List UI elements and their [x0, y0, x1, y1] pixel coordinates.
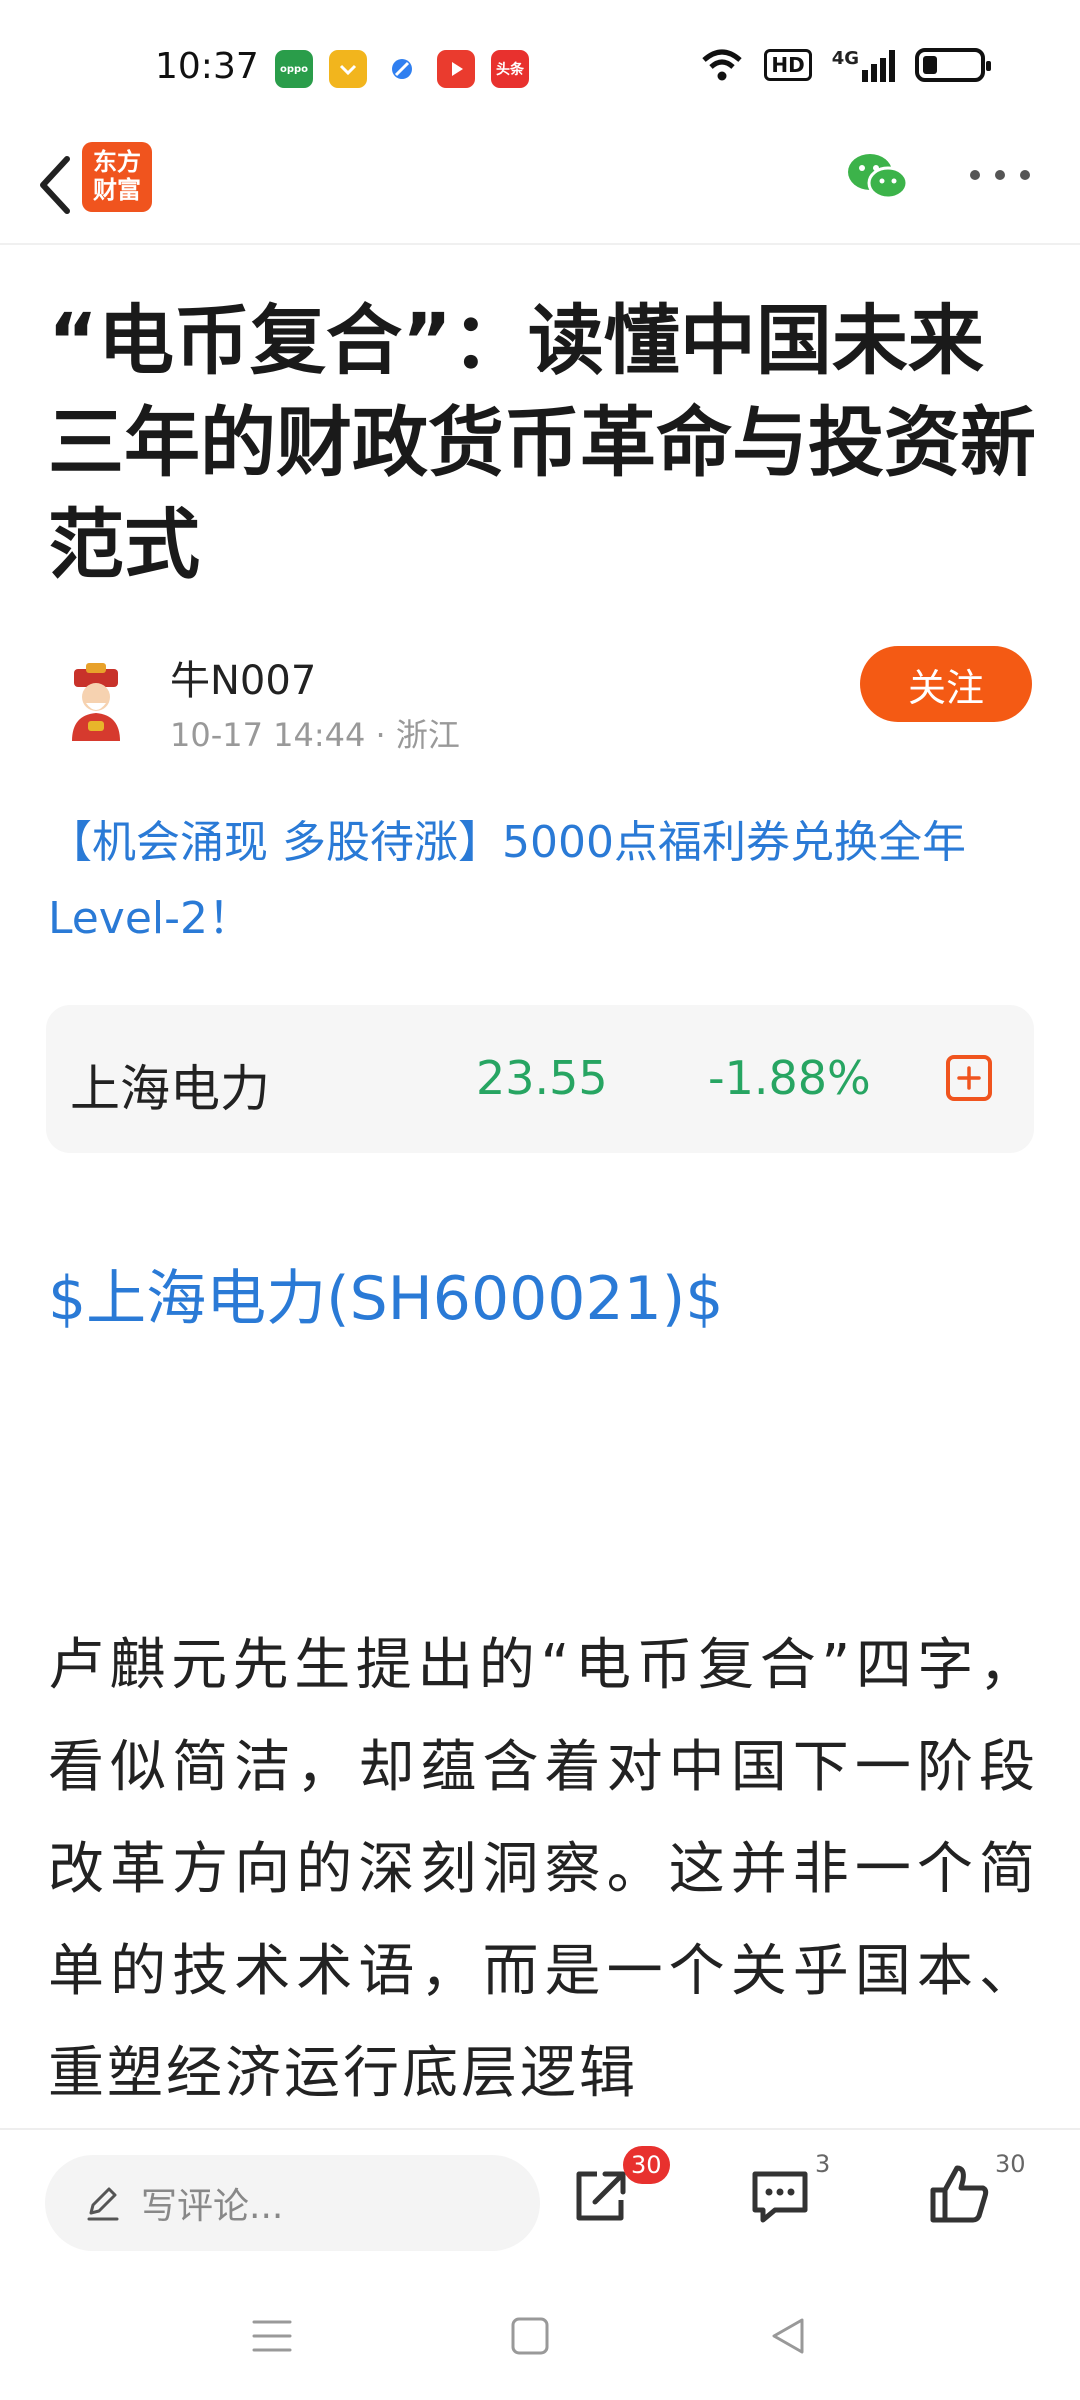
like-count: 30 — [995, 2150, 1026, 2178]
status-indicators: HD 4G — [700, 48, 991, 82]
post-meta: 10-17 14:44 · 浙江 — [170, 716, 460, 754]
video-app-icon — [437, 50, 475, 88]
author-name[interactable]: 牛N007 — [170, 648, 316, 706]
article-body: 卢麒元先生提出的“电币复合”四字，看似简洁，却蕴含着对中国下一阶段改革方向的深刻… — [48, 1633, 1038, 2106]
caishen-avatar-icon — [71, 662, 120, 741]
comment-input[interactable]: 写评论... — [45, 2155, 540, 2251]
follow-button[interactable]: 关注 — [860, 646, 1032, 722]
share-count-badge: 30 — [623, 2146, 670, 2184]
battery-icon — [915, 48, 991, 82]
network-type: 4G — [831, 48, 859, 69]
status-app-icons: oppo 头条 — [275, 50, 529, 88]
system-nav-bar — [0, 2268, 1080, 2400]
more-options-button[interactable] — [970, 150, 1030, 200]
square-icon — [511, 2317, 549, 2355]
home-button[interactable] — [500, 2306, 560, 2366]
logo-text-top: 东方 — [93, 148, 141, 176]
comments-button[interactable]: 3 — [745, 2150, 830, 2240]
stock-quote-card[interactable]: 上海电力 23.55 -1.88% — [46, 1005, 1034, 1153]
toutiao-app-icon: 头条 — [491, 50, 529, 88]
pencil-icon — [87, 2187, 119, 2221]
share-button[interactable]: 30 — [565, 2146, 670, 2240]
system-back-button[interactable] — [758, 2306, 818, 2366]
wifi-icon — [702, 49, 743, 81]
wechat-icon — [848, 154, 909, 200]
comment-count: 3 — [815, 2150, 831, 2178]
comment-icon — [752, 2171, 808, 2223]
stock-change: -1.88% — [708, 1051, 871, 1105]
oppo-app-icon: oppo — [275, 50, 313, 88]
bottom-action-bar: 写评论... 30 3 30 — [0, 2128, 1080, 2268]
article-title: “电币复合”：读懂中国未来三年的财政货币革命与投资新范式 — [48, 296, 1036, 589]
recent-apps-button[interactable] — [242, 2306, 302, 2366]
thumbs-up-icon — [930, 2165, 989, 2223]
promo-link[interactable]: 【机会涌现 多股待涨】5000点福利券兑换全年Level-2！ — [48, 805, 1038, 957]
status-time: 10:37 — [155, 46, 259, 87]
hd-badge: HD — [764, 49, 812, 81]
eastmoney-logo: 东方 财富 — [82, 142, 152, 212]
coupon-app-icon — [329, 50, 367, 88]
plus-icon — [957, 1066, 981, 1090]
chevron-left-icon — [40, 156, 70, 214]
back-button[interactable] — [20, 150, 90, 220]
like-button[interactable]: 30 — [925, 2150, 1026, 2240]
nav-bar: 东方 财富 — [0, 130, 1080, 245]
wechat-share-button[interactable] — [845, 150, 910, 205]
logo-text-bottom: 财富 — [93, 176, 141, 204]
add-watchlist-button[interactable] — [946, 1055, 992, 1101]
stock-tag-link[interactable]: $上海电力(SH600021)$ — [48, 1250, 723, 1337]
menu-icon — [252, 2320, 292, 2352]
stock-name: 上海电力 — [70, 1060, 270, 1118]
stock-price: 23.55 — [476, 1051, 608, 1105]
author-row: 牛N007 10-17 14:44 · 浙江 关注 — [48, 640, 1032, 754]
signal-icon: 4G — [832, 48, 895, 82]
status-bar: 10:37 oppo 头条 HD 4G — [0, 0, 1080, 130]
author-avatar[interactable] — [48, 655, 143, 750]
triangle-back-icon — [772, 2318, 804, 2354]
comment-placeholder: 写评论... — [141, 2186, 284, 2227]
browser-app-icon — [383, 50, 421, 88]
